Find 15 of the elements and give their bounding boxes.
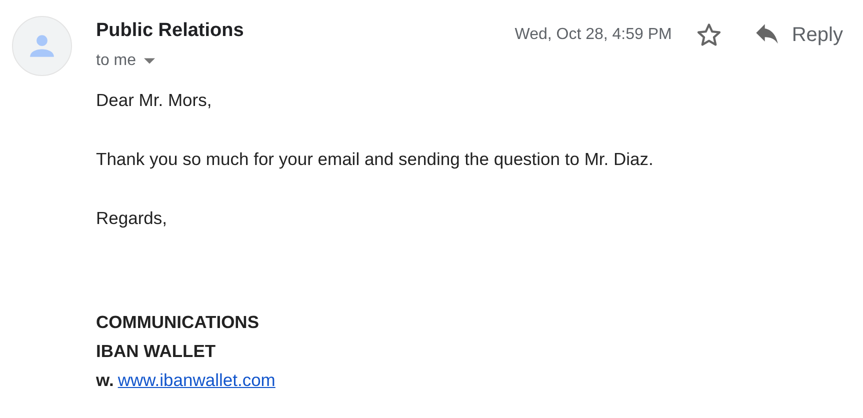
caret-icon[interactable] bbox=[144, 58, 156, 64]
recipient-label: to me bbox=[96, 50, 136, 71]
star-icon[interactable] bbox=[696, 22, 722, 48]
website-link[interactable]: www.ibanwallet.com bbox=[118, 366, 276, 395]
body-paragraph: Dear Mr. Mors, bbox=[96, 88, 213, 112]
signature-line: COMMUNICATIONS bbox=[96, 310, 260, 334]
person-icon bbox=[29, 33, 55, 59]
email-date: Wed, Oct 28, 4:59 PM bbox=[514, 25, 672, 45]
website-label: w. bbox=[96, 368, 114, 392]
reply-button[interactable]: Reply bbox=[754, 20, 843, 50]
signature-line: IBAN WALLET bbox=[96, 340, 217, 363]
body-paragraph: Regards, bbox=[96, 207, 168, 230]
reply-icon bbox=[754, 24, 780, 46]
body-paragraph: Thank you so much for your email and sending the question to Mr. Diaz. bbox=[96, 148, 654, 172]
sender-name: Public Relations bbox=[96, 20, 245, 43]
